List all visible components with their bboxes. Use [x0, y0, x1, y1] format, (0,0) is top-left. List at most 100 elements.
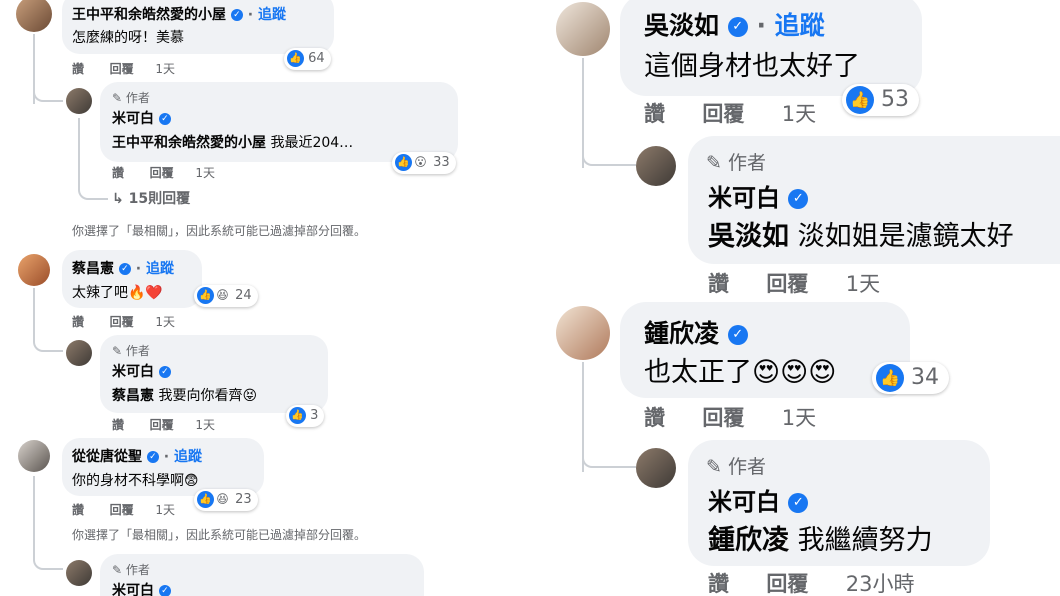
commenter-name[interactable]: 王中平和余皓然愛的小屋: [72, 7, 226, 23]
commenter-name[interactable]: 吳淡如: [644, 11, 719, 40]
reaction-count[interactable]: 👍 64: [284, 48, 331, 70]
reply-author-name[interactable]: 米可白: [708, 184, 780, 212]
reaction-count[interactable]: 👍 😆 23: [194, 489, 258, 511]
reply-author-name[interactable]: 米可白: [708, 488, 780, 516]
like-action[interactable]: 讚: [112, 166, 124, 180]
reply-author-name[interactable]: 米可白: [112, 364, 154, 380]
thread-connector: [582, 436, 636, 468]
reply-action[interactable]: 回覆: [110, 503, 134, 517]
commenter-name[interactable]: 蔡昌憲: [72, 261, 114, 277]
verified-check-icon: ✓: [146, 451, 159, 463]
timestamp[interactable]: 1天: [782, 406, 816, 430]
mention-link[interactable]: 吳淡如: [708, 221, 789, 252]
reply-actions: 讚 回覆 1天: [708, 268, 880, 298]
reaction-count[interactable]: 👍 3: [286, 405, 325, 427]
reaction-number: 64: [308, 51, 325, 66]
mention-link[interactable]: 鍾欣凌: [708, 525, 789, 556]
thread-connector: [78, 118, 108, 200]
author-tag: ✎ 作者: [706, 148, 766, 175]
like-action[interactable]: 讚: [708, 272, 729, 296]
verified-check-icon: ✓: [788, 493, 809, 513]
mention-link[interactable]: 王中平和余皓然愛的小屋: [112, 135, 266, 151]
author-avatar[interactable]: [636, 146, 676, 186]
timestamp[interactable]: 1天: [782, 102, 816, 126]
reply-action[interactable]: 回覆: [702, 102, 744, 126]
thread-connector: [33, 330, 63, 352]
author-avatar[interactable]: [636, 448, 676, 488]
comment-actions: 讚 回覆 1天: [72, 501, 175, 518]
reaction-count[interactable]: 👍 53: [842, 84, 919, 116]
reply-action[interactable]: 回覆: [110, 62, 134, 76]
like-action[interactable]: 讚: [708, 572, 729, 596]
like-action[interactable]: 讚: [72, 62, 84, 76]
author-avatar[interactable]: [66, 340, 92, 366]
reaction-number: 24: [235, 288, 252, 303]
reply-action[interactable]: 回覆: [150, 418, 174, 432]
like-action[interactable]: 讚: [72, 503, 84, 517]
avatar[interactable]: [556, 2, 610, 56]
timestamp[interactable]: 23小時: [846, 572, 915, 596]
author-label: 作者: [727, 152, 766, 174]
reply-actions: 讚 回覆 1天: [112, 164, 215, 181]
timestamp[interactable]: 1天: [155, 315, 175, 329]
reaction-number: 23: [235, 492, 252, 507]
like-action[interactable]: 讚: [72, 315, 84, 329]
reply-action[interactable]: 回覆: [110, 315, 134, 329]
author-label: 作者: [125, 91, 150, 105]
commenter-name[interactable]: 從從唐從聖: [72, 449, 142, 465]
like-action[interactable]: 讚: [644, 102, 665, 126]
avatar[interactable]: [18, 440, 50, 472]
timestamp[interactable]: 1天: [846, 272, 880, 296]
reaction-count[interactable]: 👍 😆 24: [194, 285, 258, 307]
thumbs-up-icon: 👍: [287, 50, 304, 67]
timestamp[interactable]: 1天: [155, 62, 175, 76]
author-label: 作者: [125, 563, 150, 577]
author-avatar[interactable]: [66, 560, 92, 586]
follow-dot: ·: [247, 7, 254, 23]
view-more-replies[interactable]: ↳ 15則回覆: [112, 188, 190, 208]
reply-author-name[interactable]: 米可白: [112, 111, 154, 127]
reply-action[interactable]: 回覆: [150, 166, 174, 180]
avatar[interactable]: [16, 0, 52, 32]
filter-notice: 你選擇了「最相關」，因此系統可能已過濾掉部分回覆。: [72, 528, 367, 542]
reply-action[interactable]: 回覆: [766, 572, 808, 596]
reply-actions: 讚 回覆 1天: [112, 416, 215, 433]
commenter-name[interactable]: 鍾欣凌: [644, 319, 719, 348]
follow-link[interactable]: 追蹤: [258, 7, 286, 23]
author-tag: ✎ 作者: [706, 452, 766, 479]
author-tag: ✎ 作者: [112, 342, 150, 359]
reply-body: 我要向你看齊😝: [158, 388, 258, 404]
reply-author-name[interactable]: 米可白: [112, 583, 154, 596]
author-label: 作者: [125, 344, 150, 358]
author-avatar[interactable]: [66, 88, 92, 114]
reaction-count[interactable]: 👍 😮 33: [392, 152, 456, 174]
thread-connector: [33, 80, 63, 102]
like-action[interactable]: 讚: [112, 418, 124, 432]
reaction-number: 3: [310, 408, 319, 423]
verified-check-icon: ✓: [788, 189, 809, 209]
follow-link[interactable]: 追蹤: [174, 449, 202, 465]
follow-dot: ·: [756, 11, 766, 40]
avatar[interactable]: [556, 306, 610, 360]
timestamp[interactable]: 1天: [195, 418, 215, 432]
timestamp[interactable]: 1天: [195, 166, 215, 180]
reaction-count[interactable]: 👍 34: [872, 362, 949, 394]
verified-check-icon: ✓: [158, 585, 171, 596]
pencil-icon: ✎: [706, 456, 722, 478]
thread-connector: [582, 134, 636, 166]
like-action[interactable]: 讚: [644, 406, 665, 430]
right-screenshot-panel: 吳淡如 ✓ · 追蹤 這個身材也太好了 👍 53 讚 回覆 1天 ✎ 作者 米可…: [528, 0, 1060, 596]
follow-link[interactable]: 追蹤: [775, 11, 825, 40]
follow-link[interactable]: 追蹤: [146, 261, 174, 277]
timestamp[interactable]: 1天: [155, 503, 175, 517]
reply-action[interactable]: 回覆: [702, 406, 744, 430]
author-tag: ✎ 作者: [112, 561, 150, 578]
avatar[interactable]: [18, 254, 50, 286]
comment-actions: 讚 回覆 1天: [72, 313, 175, 330]
mention-link[interactable]: 蔡昌憲: [112, 388, 154, 404]
reply-text: 蔡昌憲 我要向你看齊😝: [112, 385, 257, 405]
pencil-icon: ✎: [706, 152, 722, 174]
verified-check-icon: ✓: [727, 17, 748, 37]
left-screenshot-panel: 王中平和余皓然愛的小屋 ✓ · 追蹤 怎麼練的呀！美慕 👍 64 讚 回覆 1天…: [0, 0, 528, 596]
reply-action[interactable]: 回覆: [766, 272, 808, 296]
